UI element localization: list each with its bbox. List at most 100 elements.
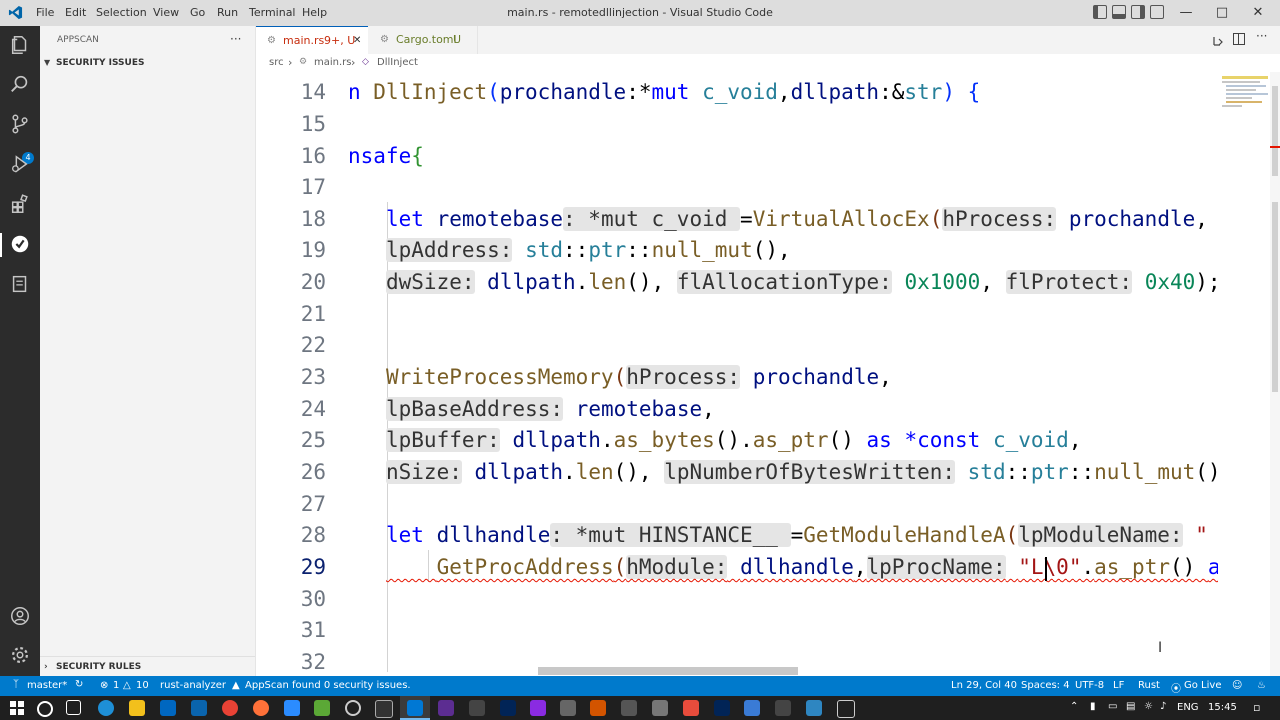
network-icon[interactable]: ▤: [1126, 701, 1135, 712]
app-icon[interactable]: [469, 700, 485, 716]
mail-icon[interactable]: [191, 700, 207, 716]
maximize-icon[interactable]: □: [1202, 0, 1242, 26]
search-circle-icon[interactable]: [37, 701, 53, 717]
volume-icon[interactable]: ♪: [1160, 701, 1166, 712]
app-icon[interactable]: [560, 700, 576, 716]
task-view-icon[interactable]: [66, 700, 81, 715]
feedback-icon[interactable]: ☺: [1232, 680, 1242, 691]
terminal-icon[interactable]: [375, 700, 393, 718]
app-icon[interactable]: [744, 700, 760, 716]
views-more-button[interactable]: ···: [230, 32, 241, 46]
tab-close-icon[interactable]: ✕: [353, 27, 361, 55]
app-icon[interactable]: [683, 700, 699, 716]
app-icon[interactable]: [590, 700, 606, 716]
menu-file[interactable]: File: [36, 6, 54, 19]
split-editor-icon[interactable]: [1233, 33, 1245, 45]
terminal-icon[interactable]: [714, 700, 730, 716]
more-actions-icon[interactable]: ···: [1256, 29, 1267, 43]
tab-main-rs[interactable]: ⚙ main.rs 9+, U ✕: [256, 26, 368, 54]
toggle-primary-sidebar-icon[interactable]: [1093, 5, 1107, 19]
remote-explorer-icon[interactable]: [8, 273, 32, 297]
app-icon[interactable]: [775, 700, 791, 716]
encoding[interactable]: UTF-8: [1075, 680, 1104, 691]
error-count[interactable]: 1: [113, 680, 119, 691]
close-window-icon[interactable]: ✕: [1238, 0, 1278, 26]
branch-name[interactable]: master*: [27, 680, 67, 691]
app-icon[interactable]: [530, 700, 546, 716]
notifications-icon[interactable]: ▫: [1253, 701, 1260, 714]
appscan-icon[interactable]: [8, 233, 32, 257]
code-token: ,: [879, 365, 892, 389]
search-icon[interactable]: [8, 73, 32, 97]
explorer-icon[interactable]: [8, 34, 32, 58]
customize-layout-icon[interactable]: [1150, 5, 1164, 19]
go-live-button[interactable]: Go Live: [1184, 680, 1221, 691]
app-icon[interactable]: [284, 700, 300, 716]
app-icon[interactable]: [806, 700, 822, 716]
menu-terminal[interactable]: Terminal: [249, 6, 296, 19]
vertical-scrollbar[interactable]: [1270, 72, 1280, 676]
battery-icon[interactable]: ▭: [1108, 701, 1117, 712]
menu-edit[interactable]: Edit: [65, 6, 86, 19]
code-token: ): [942, 80, 955, 104]
appscan-status[interactable]: AppScan found 0 security issues.: [245, 680, 411, 691]
edge-icon[interactable]: [98, 700, 114, 716]
warning-count[interactable]: 10: [136, 680, 149, 691]
code-token: ::: [563, 238, 589, 262]
minimap[interactable]: [1218, 72, 1270, 676]
file-explorer-icon[interactable]: [129, 700, 145, 716]
menu-help[interactable]: Help: [302, 6, 327, 19]
menu-view[interactable]: View: [153, 6, 179, 19]
open-changes-icon[interactable]: [1212, 33, 1224, 46]
menu-selection[interactable]: Selection: [96, 6, 147, 19]
tray-chevron-up-icon[interactable]: ⌃: [1070, 701, 1078, 712]
clock-time[interactable]: 15:45: [1208, 702, 1237, 713]
app-icon[interactable]: [652, 700, 668, 716]
app-icon[interactable]: [314, 700, 330, 716]
firefox-icon[interactable]: [253, 700, 269, 716]
app-icon[interactable]: [345, 700, 361, 716]
powershell-icon[interactable]: [500, 700, 516, 716]
vscode-taskbar-icon[interactable]: [407, 700, 423, 716]
app-icon[interactable]: [621, 700, 637, 716]
breadcrumb-src[interactable]: src: [269, 57, 284, 68]
line-number: 26: [300, 460, 326, 484]
chrome-icon[interactable]: [222, 700, 238, 716]
toggle-secondary-sidebar-icon[interactable]: [1131, 5, 1145, 19]
horizontal-scrollbar[interactable]: [538, 667, 798, 675]
menu-go[interactable]: Go: [190, 6, 205, 19]
cursor-position[interactable]: Ln 29, Col 40: [951, 680, 1017, 691]
breadcrumb-symbol[interactable]: DllInject: [377, 57, 418, 68]
usb-icon[interactable]: ▮: [1090, 701, 1096, 712]
extensions-icon[interactable]: [8, 193, 32, 217]
analyzer-status[interactable]: rust-analyzer: [160, 680, 226, 691]
code-token: : *mut c_void: [563, 207, 741, 231]
breadcrumb-file[interactable]: main.rs: [314, 57, 352, 68]
source-control-icon[interactable]: [8, 113, 32, 137]
code-token: 0x1000: [904, 270, 981, 294]
toggle-panel-icon[interactable]: [1112, 5, 1126, 19]
line-ending[interactable]: LF: [1113, 680, 1124, 691]
security-issues-section[interactable]: ▼ SECURITY ISSUES: [44, 58, 144, 68]
settings-gear-icon[interactable]: [8, 644, 32, 668]
menu-run[interactable]: Run: [217, 6, 238, 19]
store-icon[interactable]: [160, 700, 176, 716]
keyboard-language[interactable]: ENG: [1177, 702, 1199, 713]
windows-start-icon[interactable]: [10, 701, 24, 715]
line-number: 14: [300, 80, 326, 104]
indentation[interactable]: Spaces: 4: [1021, 680, 1070, 691]
app-icon[interactable]: [837, 700, 855, 718]
language-mode[interactable]: Rust: [1138, 680, 1160, 691]
security-rules-section[interactable]: › SECURITY RULES: [44, 662, 141, 672]
run-debug-icon[interactable]: [8, 153, 32, 177]
tab-cargo-toml[interactable]: ⚙ Cargo.toml U: [368, 26, 478, 54]
code-editor[interactable]: 14 15 16 17 18 19 20 21 22 23 24 25 26 2…: [256, 72, 1218, 676]
sync-icon[interactable]: ↻: [75, 679, 83, 690]
notifications-bell-icon[interactable]: ♨: [1257, 680, 1266, 691]
visual-studio-icon[interactable]: [438, 700, 454, 716]
minimize-icon[interactable]: —: [1166, 0, 1206, 26]
wifi-icon[interactable]: ☼: [1144, 701, 1153, 712]
status-bar: ᛉ master* ↻ ⊗ 1 △ 10 rust-analyzer ▲ App…: [0, 676, 1280, 696]
account-icon[interactable]: [8, 605, 32, 629]
